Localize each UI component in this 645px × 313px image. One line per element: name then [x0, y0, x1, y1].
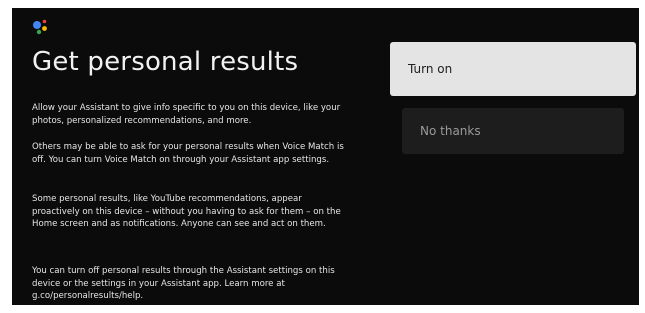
no-thanks-button[interactable]: No thanks: [402, 108, 624, 154]
description-paragraph: Allow your Assistant to give info specif…: [32, 103, 341, 126]
tv-screen: Get personal results Allow your Assistan…: [12, 8, 639, 305]
description-paragraph: Some personal results, like YouTube reco…: [32, 194, 341, 230]
page-title: Get personal results: [32, 47, 299, 77]
description-paragraph: Others may be able to ask for your perso…: [32, 142, 344, 165]
turn-on-button[interactable]: Turn on: [390, 42, 636, 96]
google-assistant-icon: [33, 19, 47, 35]
description-paragraph: You can turn off personal results throug…: [32, 266, 335, 302]
